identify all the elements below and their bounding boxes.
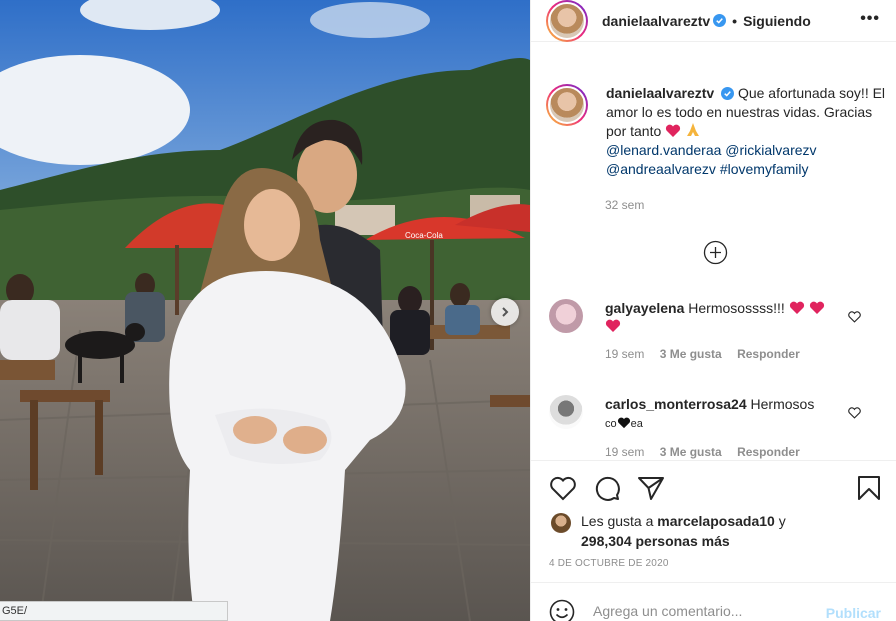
commenter-username[interactable]: galyayelena bbox=[605, 300, 684, 316]
red-heart-emoji-icon bbox=[789, 301, 804, 314]
action-icons bbox=[549, 475, 665, 501]
comment-text: Hermosos bbox=[750, 396, 815, 412]
status-url-tooltip: G5E/ bbox=[0, 601, 228, 621]
more-options-icon[interactable]: ••• bbox=[860, 10, 880, 28]
likes-prefix: Les gusta a bbox=[581, 513, 654, 529]
instagram-post-view: Coca-Cola G5E/ danielaalvareztv • Siguie… bbox=[0, 0, 896, 621]
follow-separator: • bbox=[732, 12, 738, 29]
caption-username[interactable]: danielaalvareztv bbox=[606, 85, 714, 101]
post-photo-illustration: Coca-Cola bbox=[0, 0, 530, 621]
comment-meta: 19 sem 3 Me gusta Responder bbox=[605, 345, 845, 363]
black-heart-emoji-icon bbox=[617, 417, 630, 429]
author-avatar[interactable] bbox=[546, 0, 588, 42]
caption-hashtag[interactable]: #lovemyfamily bbox=[720, 161, 809, 177]
commenter-avatar[interactable] bbox=[549, 395, 583, 429]
reply-button[interactable]: Responder bbox=[737, 347, 800, 361]
like-heart-icon[interactable] bbox=[549, 475, 577, 501]
verified-badge-icon bbox=[721, 87, 735, 100]
caption-mention-2[interactable]: @rickialvarezv bbox=[725, 142, 816, 158]
comment-text-line2-start: co bbox=[605, 418, 617, 430]
post-details-panel: danielaalvareztv • Siguiendo ••• daniela… bbox=[530, 0, 896, 621]
post-actions-section: Les gusta a marcelaposada10 y 298,304 pe… bbox=[531, 460, 896, 621]
caption-mention-3[interactable]: @andreaalvarezv bbox=[606, 161, 716, 177]
comment-input[interactable] bbox=[593, 603, 803, 619]
liker-avatar[interactable] bbox=[551, 513, 571, 533]
liker-username[interactable]: marcelaposada10 bbox=[657, 513, 775, 529]
comment-text-line2-end: ea bbox=[630, 418, 643, 430]
reply-button[interactable]: Responder bbox=[737, 445, 800, 459]
emoji-picker-icon[interactable] bbox=[549, 599, 575, 621]
save-bookmark-icon[interactable] bbox=[857, 475, 881, 501]
following-button[interactable]: Siguiendo bbox=[743, 13, 811, 29]
likes-summary: Les gusta a marcelaposada10 y 298,304 pe… bbox=[551, 511, 871, 551]
likes-count[interactable]: 298,304 personas más bbox=[581, 533, 730, 549]
caption-timestamp[interactable]: 32 sem bbox=[605, 198, 644, 212]
comment-time[interactable]: 19 sem bbox=[605, 445, 644, 459]
like-comment-heart-icon[interactable] bbox=[848, 311, 861, 323]
share-paper-plane-icon[interactable] bbox=[637, 475, 665, 501]
comment-likes-count[interactable]: 3 Me gusta bbox=[660, 347, 722, 361]
caption-author-avatar[interactable] bbox=[546, 84, 588, 126]
commenter-avatar[interactable] bbox=[549, 299, 583, 333]
comment-likes-count[interactable]: 3 Me gusta bbox=[660, 445, 722, 459]
post-header: danielaalvareztv • Siguiendo ••• bbox=[531, 0, 896, 42]
post-caption: danielaalvareztv Que afortunada soy!! El… bbox=[546, 84, 886, 179]
post-date[interactable]: 4 DE OCTUBRE DE 2020 bbox=[549, 558, 669, 569]
likes-text: Les gusta a marcelaposada10 y 298,304 pe… bbox=[581, 511, 786, 551]
comment-item: galyayelena Hermosossss!!! 19 sem 3 Me g… bbox=[549, 299, 889, 363]
comment-item: carlos_monterrosa24 Hermosos co ea 19 sem… bbox=[549, 395, 889, 461]
caption-mention-1[interactable]: @lenard.vanderaa bbox=[606, 142, 721, 158]
verified-badge-icon bbox=[713, 14, 727, 27]
comment-meta: 19 sem 3 Me gusta Responder bbox=[605, 443, 845, 461]
comment-text: Hermosossss!!! bbox=[688, 300, 785, 316]
load-more-comments-icon[interactable] bbox=[703, 240, 728, 265]
caption-text-block: danielaalvareztv Que afortunada soy!! El… bbox=[606, 84, 886, 179]
commenter-username[interactable]: carlos_monterrosa24 bbox=[605, 396, 747, 412]
red-heart-emoji-icon bbox=[605, 319, 621, 332]
comment-time[interactable]: 19 sem bbox=[605, 347, 644, 361]
chevron-right-icon bbox=[502, 307, 509, 317]
post-photo[interactable]: Coca-Cola G5E/ bbox=[0, 0, 530, 621]
comment-body: galyayelena Hermosossss!!! 19 sem 3 Me g… bbox=[605, 299, 845, 363]
comment-body: carlos_monterrosa24 Hermosos co ea 19 sem… bbox=[605, 395, 845, 461]
author-username[interactable]: danielaalvareztv bbox=[602, 13, 710, 29]
likes-joiner: y bbox=[778, 513, 786, 529]
next-photo-button[interactable] bbox=[491, 298, 519, 326]
red-heart-emoji-icon bbox=[666, 124, 681, 137]
like-comment-heart-icon[interactable] bbox=[848, 407, 861, 419]
comment-bubble-icon[interactable] bbox=[593, 475, 621, 501]
publish-button[interactable]: Publicar bbox=[826, 605, 881, 621]
praying-hands-emoji-icon bbox=[687, 123, 700, 136]
add-comment-bar: Publicar bbox=[531, 582, 896, 621]
red-heart-emoji-icon bbox=[809, 301, 824, 314]
parasol-brand-text: Coca-Cola bbox=[405, 231, 443, 240]
